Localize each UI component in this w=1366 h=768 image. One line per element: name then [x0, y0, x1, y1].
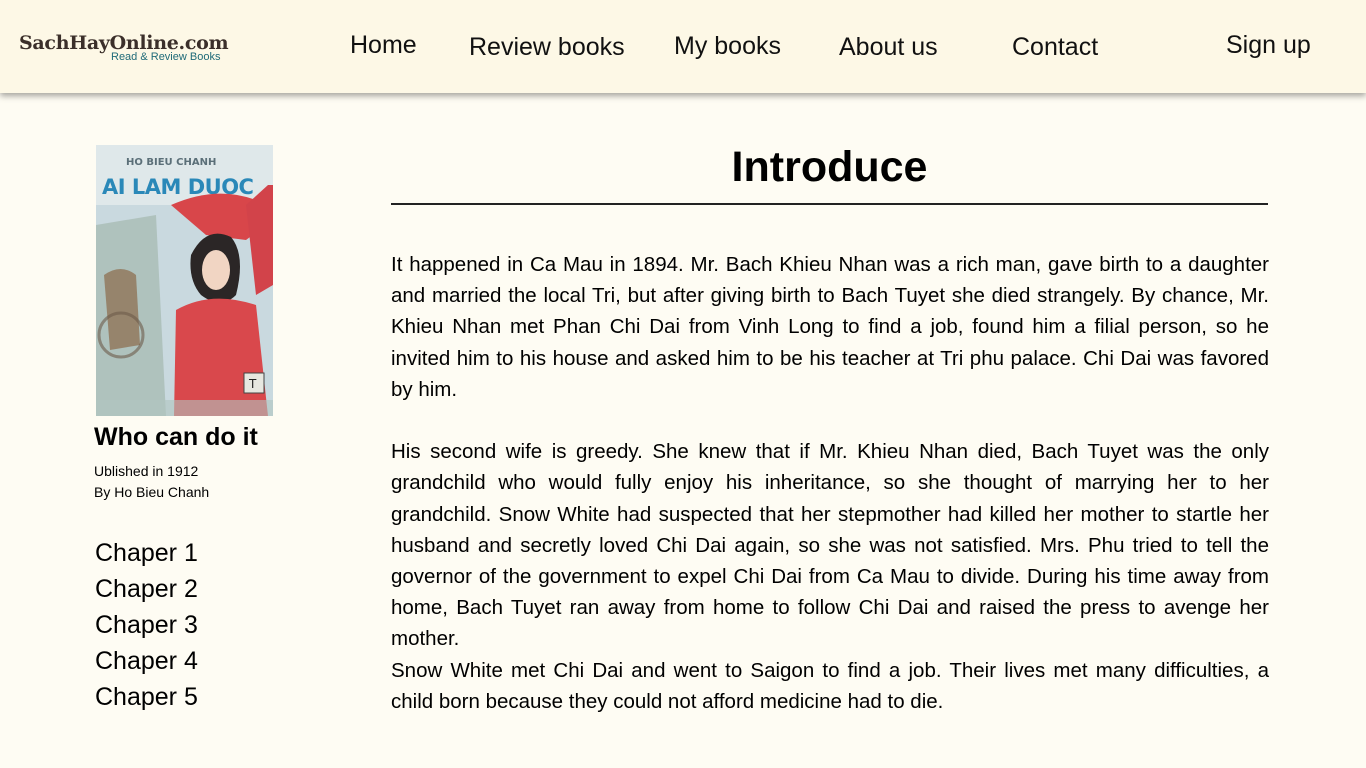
intro-paragraph: His second wife is greedy. She knew that…	[391, 440, 1269, 651]
site-logo[interactable]: SachHayOnline.com Read & Review Books	[19, 32, 234, 63]
chapter-link[interactable]: Chaper 4	[95, 643, 198, 679]
chapter-link[interactable]: Chaper 3	[95, 607, 198, 643]
nav-my-books[interactable]: My books	[674, 32, 781, 61]
svg-text:T: T	[248, 377, 257, 391]
logo-tagline: Read & Review Books	[111, 51, 221, 63]
nav-contact[interactable]: Contact	[1012, 33, 1098, 62]
intro-paragraph: It happened in Ca Mau in 1894. Mr. Bach …	[391, 253, 1269, 401]
section-heading: Introduce	[731, 143, 928, 191]
nav-home[interactable]: Home	[350, 31, 417, 60]
book-author: By Ho Bieu Chanh	[94, 484, 210, 500]
heading-divider	[391, 203, 1268, 205]
nav-review-books[interactable]: Review books	[469, 33, 625, 62]
intro-paragraph: Snow White met Chi Dai and went to Saigo…	[391, 658, 1269, 713]
chapter-list: Chaper 1 Chaper 2 Chaper 3 Chaper 4 Chap…	[95, 535, 198, 715]
chapter-link[interactable]: Chaper 5	[95, 679, 198, 715]
page-content: HO BIEU CHANH AI LAM DUOC T Who can do i…	[0, 93, 1366, 768]
cover-author-text: HO BIEU CHANH	[126, 157, 216, 168]
nav-about-us[interactable]: About us	[839, 33, 938, 62]
intro-text: It happened in Ca Mau in 1894. Mr. Bach …	[391, 249, 1269, 717]
chapter-link[interactable]: Chaper 2	[95, 571, 198, 607]
book-title: Who can do it	[94, 423, 258, 451]
chapter-link[interactable]: Chaper 1	[95, 535, 198, 571]
book-published: Ublished in 1912	[94, 463, 199, 479]
nav-sign-up[interactable]: Sign up	[1226, 31, 1311, 60]
top-navigation-bar: SachHayOnline.com Read & Review Books Ho…	[0, 0, 1366, 93]
book-cover-image: HO BIEU CHANH AI LAM DUOC T	[96, 145, 273, 416]
